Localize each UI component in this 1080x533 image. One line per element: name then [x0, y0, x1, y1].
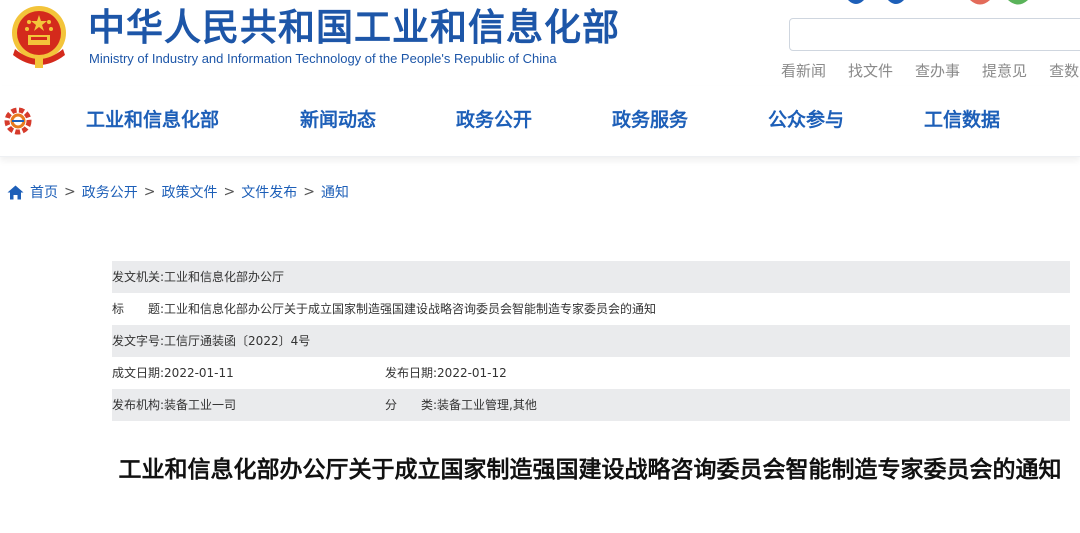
meta-row-doc-number: 发文字号:工信厅通装函〔2022〕4号 — [112, 325, 1070, 357]
quick-link-data[interactable]: 查数 — [1049, 60, 1079, 82]
quick-link-services[interactable]: 查办事 — [915, 60, 960, 82]
breadcrumb-separator: > — [223, 184, 236, 200]
meta-doc-number-value: 工信厅通装函〔2022〕4号 — [164, 334, 311, 348]
meta-label: 发文机关: — [112, 270, 165, 284]
home-icon[interactable] — [7, 185, 24, 200]
nav-item-public[interactable]: 公众参与 — [768, 86, 844, 156]
meta-label: 成文日期: — [112, 366, 165, 380]
quick-link-news[interactable]: 看新闻 — [781, 60, 826, 82]
gear-logo-icon[interactable] — [3, 106, 33, 136]
nav-item-gov-services[interactable]: 政务服务 — [612, 86, 688, 156]
meta-category-value: 装备工业管理,其他 — [437, 398, 537, 412]
meta-issuer-value: 工业和信息化部办公厅 — [164, 270, 285, 284]
meta-row-subject: 标 题:工业和信息化部办公厅关于成立国家制造强国建设战略咨询委员会智能制造专家委… — [112, 293, 1070, 325]
nav-item-news[interactable]: 新闻动态 — [300, 86, 376, 156]
nav-item-ministry[interactable]: 工业和信息化部 — [86, 86, 219, 156]
top-service-icons[interactable] — [848, 0, 1048, 6]
meta-label: 发布日期: — [385, 366, 438, 380]
meta-published-date-value: 2022-01-12 — [437, 366, 507, 380]
site-subtitle-en: Ministry of Industry and Information Tec… — [89, 51, 557, 66]
meta-subject-value: 工业和信息化部办公厅关于成立国家制造强国建设战略咨询委员会智能制造专家委员会的通… — [164, 302, 657, 316]
breadcrumb-separator: > — [143, 184, 156, 200]
meta-label: 发文字号: — [112, 334, 165, 348]
breadcrumb-separator: > — [303, 184, 315, 200]
meta-label: 标 题: — [112, 302, 165, 316]
meta-written-date-value: 2022-01-11 — [164, 366, 234, 380]
meta-row-dates: 成文日期:2022-01-11 发布日期:2022-01-12 — [112, 357, 1070, 389]
breadcrumb-policy-docs[interactable]: 政策文件 — [161, 182, 217, 202]
meta-agency-value: 装备工业一司 — [164, 398, 237, 412]
nav-item-data[interactable]: 工信数据 — [924, 86, 1000, 156]
nav-item-gov-affairs[interactable]: 政务公开 — [456, 86, 532, 156]
meta-label: 发布机构: — [112, 398, 165, 412]
meta-row-agency: 发布机构:装备工业一司 分 类:装备工业管理,其他 — [112, 389, 1070, 421]
quick-link-files[interactable]: 找文件 — [848, 60, 893, 82]
quick-links: 看新闻 找文件 查办事 提意见 查数 — [781, 60, 1080, 82]
breadcrumb-gov-affairs[interactable]: 政务公开 — [82, 182, 138, 202]
site-header: 中华人民共和国工业和信息化部 Ministry of Industry and … — [0, 0, 1080, 86]
breadcrumb: 首页 > 政务公开 > 政策文件 > 文件发布 > 通知 — [7, 182, 349, 202]
meta-label: 分 类: — [385, 398, 438, 412]
search-input[interactable] — [789, 18, 1080, 51]
document-title: 工业和信息化部办公厅关于成立国家制造强国建设战略咨询委员会智能制造专家委员会的通… — [118, 457, 1062, 483]
breadcrumb-home[interactable]: 首页 — [30, 182, 58, 202]
breadcrumb-notice[interactable]: 通知 — [321, 182, 349, 202]
breadcrumb-separator: > — [64, 184, 76, 200]
document-metadata: 发文机关:工业和信息化部办公厅 标 题:工业和信息化部办公厅关于成立国家制造强国… — [112, 261, 1070, 421]
breadcrumb-doc-release[interactable]: 文件发布 — [241, 182, 297, 202]
main-nav: 工业和信息化部 新闻动态 政务公开 政务服务 公众参与 工信数据 — [0, 86, 1080, 157]
national-emblem-icon[interactable] — [7, 3, 71, 69]
meta-row-issuer: 发文机关:工业和信息化部办公厅 — [112, 261, 1070, 293]
site-title[interactable]: 中华人民共和国工业和信息化部 — [88, 6, 620, 50]
quick-link-feedback[interactable]: 提意见 — [982, 60, 1027, 82]
